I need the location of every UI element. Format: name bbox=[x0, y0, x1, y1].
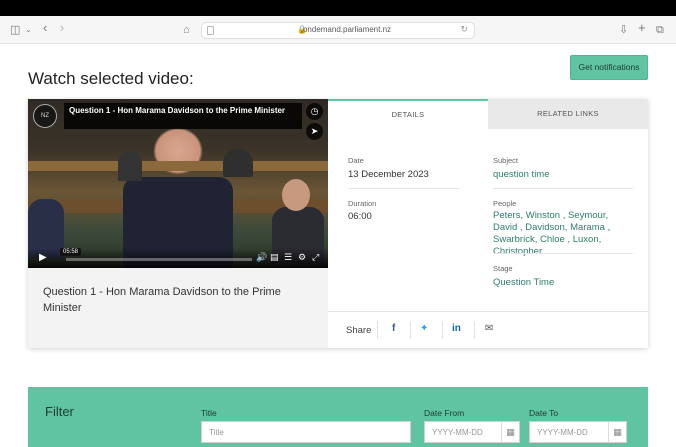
video-overlay-title: Question 1 - Hon Marama Davidson to the … bbox=[64, 103, 302, 129]
share-label: Share bbox=[346, 325, 372, 336]
date-from-input[interactable]: YYYY-MM-DD ▦ bbox=[424, 421, 520, 443]
calendar-icon[interactable]: ▦ bbox=[501, 422, 519, 442]
date-label: Date bbox=[348, 156, 364, 165]
page-title: Watch selected video: bbox=[28, 69, 194, 88]
video-controls: ▶ 05:58 🔊 ▤ ☰ ⚙ ⤢ bbox=[28, 248, 328, 268]
date-to-label: Date To bbox=[529, 408, 559, 418]
video-caption: Question 1 - Hon Marama Davidson to the … bbox=[28, 268, 328, 348]
playlist-icon[interactable]: ☰ bbox=[284, 252, 292, 263]
back-icon[interactable]: ‹ bbox=[43, 20, 47, 36]
home-icon[interactable]: ⌂ bbox=[183, 22, 190, 38]
tab-related-links[interactable]: RELATED LINKS bbox=[488, 99, 648, 129]
duration-label: Duration bbox=[348, 199, 377, 208]
filter-panel: Filter Title Title Date From YYYY-MM-DD … bbox=[28, 387, 648, 447]
address-bar[interactable]: 🔒 ondemand.parliament.nz ↻ bbox=[201, 22, 475, 39]
email-icon[interactable]: ✉ bbox=[485, 323, 493, 334]
stage-label: Stage bbox=[493, 264, 513, 273]
video-card: NZ Question 1 - Hon Marama Davidson to t… bbox=[28, 99, 648, 348]
date-from-placeholder: YYYY-MM-DD bbox=[432, 428, 483, 437]
url-text: ondemand.parliament.nz bbox=[302, 25, 392, 34]
filter-title: Filter bbox=[45, 404, 74, 419]
parliament-logo: NZ bbox=[33, 104, 57, 128]
facebook-icon[interactable]: f bbox=[392, 323, 395, 334]
subject-label: Subject bbox=[493, 156, 519, 165]
time-tooltip: 05:58 bbox=[60, 248, 82, 256]
sidebar-toggle-icon[interactable]: ◫ bbox=[10, 22, 20, 38]
tab-details[interactable]: DETAILS bbox=[328, 99, 488, 129]
settings-icon[interactable]: ⚙ bbox=[298, 252, 306, 263]
date-to-placeholder: YYYY-MM-DD bbox=[537, 428, 588, 437]
forward-icon[interactable]: › bbox=[60, 20, 64, 36]
date-to-input[interactable]: YYYY-MM-DD ▦ bbox=[529, 421, 627, 443]
title-filter-label: Title bbox=[201, 408, 217, 418]
title-filter-input[interactable]: Title bbox=[201, 421, 411, 443]
share-bar: Share f ✦ in ✉ bbox=[328, 311, 648, 348]
tab-overview-icon[interactable]: ⧉ bbox=[656, 22, 664, 38]
subject-link[interactable]: question time bbox=[493, 169, 550, 181]
download-icon[interactable]: ⇩ bbox=[619, 22, 628, 38]
chevron-down-icon[interactable]: ⌄ bbox=[25, 22, 32, 38]
date-from-label: Date From bbox=[424, 408, 465, 418]
play-icon[interactable]: ▶ bbox=[39, 252, 47, 263]
twitter-icon[interactable]: ✦ bbox=[420, 323, 428, 334]
watch-later-icon[interactable]: ◷ bbox=[306, 103, 323, 120]
volume-icon[interactable]: 🔊 bbox=[256, 252, 267, 263]
people-label: People bbox=[493, 199, 517, 208]
share-video-icon[interactable]: ➤ bbox=[306, 123, 323, 140]
browser-toolbar: ◫ ⌄ ‹ › ⌂ 🔒 ondemand.parliament.nz ↻ ⇩ +… bbox=[0, 16, 676, 44]
get-notifications-button[interactable]: Get notifications bbox=[570, 55, 648, 80]
stage-link[interactable]: Question Time bbox=[493, 277, 554, 289]
people-links[interactable]: Peters, Winston , Seymour, David , David… bbox=[493, 210, 635, 258]
linkedin-icon[interactable]: in bbox=[452, 323, 461, 334]
video-progress-track[interactable]: 05:58 bbox=[60, 248, 252, 261]
date-value: 13 December 2023 bbox=[348, 169, 429, 180]
reload-icon[interactable]: ↻ bbox=[460, 24, 468, 35]
new-tab-icon[interactable]: + bbox=[638, 20, 646, 36]
detail-tabs: DETAILS RELATED LINKS bbox=[328, 99, 648, 129]
captions-icon[interactable]: ▤ bbox=[270, 252, 279, 263]
duration-value: 06:00 bbox=[348, 211, 372, 222]
fullscreen-icon[interactable]: ⤢ bbox=[312, 252, 319, 263]
video-player[interactable]: NZ Question 1 - Hon Marama Davidson to t… bbox=[28, 99, 328, 268]
calendar-icon[interactable]: ▦ bbox=[608, 422, 626, 442]
system-top-bar bbox=[0, 0, 676, 16]
